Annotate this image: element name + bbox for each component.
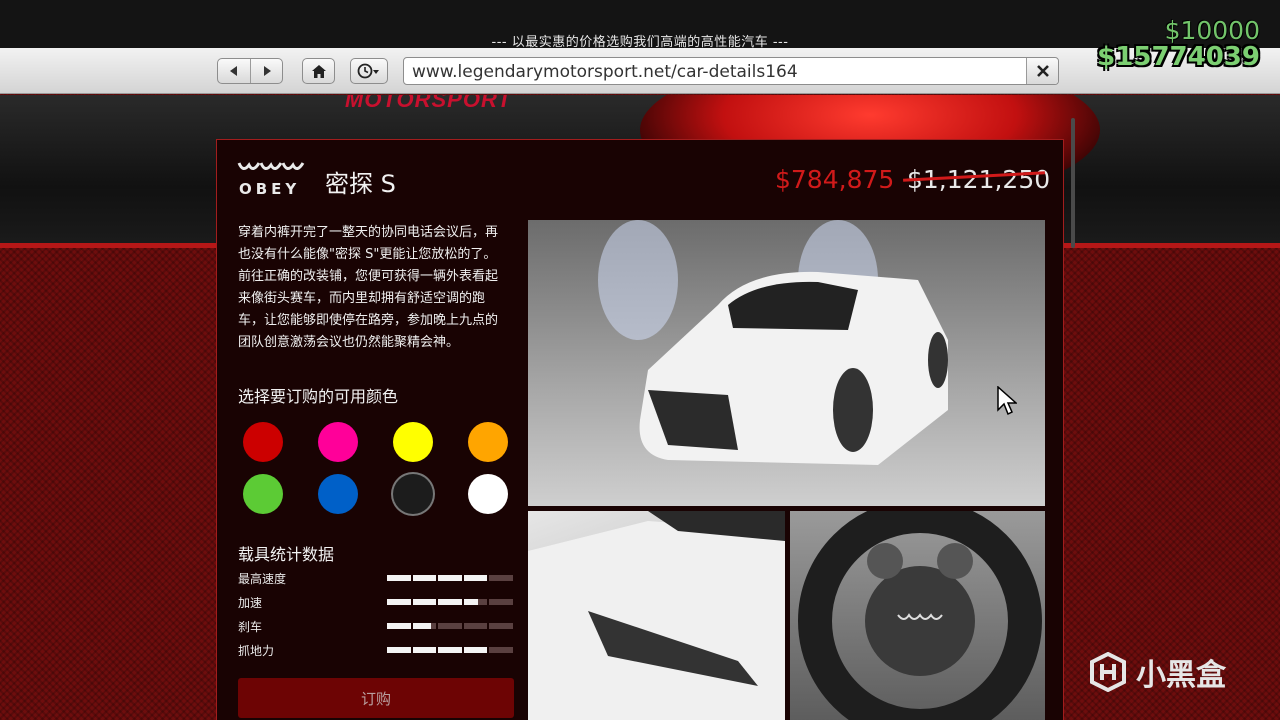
color-swatch-green[interactable] (243, 474, 283, 514)
stat-bar-segment (438, 575, 462, 581)
home-button[interactable] (302, 58, 335, 84)
browser-toolbar: www.legendarymotorsport.net/car-details1… (0, 48, 1280, 94)
stat-bar-segment (387, 623, 411, 629)
stat-bar-segment (463, 647, 488, 653)
stat-bar-fill (387, 623, 411, 629)
clear-url-button[interactable] (1026, 58, 1058, 84)
stat-bar-segment (412, 647, 437, 653)
back-button[interactable] (218, 59, 250, 83)
color-swatch-black[interactable] (393, 474, 433, 514)
stat-bar-segment (438, 623, 462, 629)
steering-wheel-photo-illustration (798, 511, 1042, 720)
stat-bar-segment (387, 599, 411, 605)
stat-bar-fill (412, 599, 437, 605)
color-swatch-orange[interactable] (468, 422, 508, 462)
stat-bar-fill (463, 575, 488, 581)
stat-bar-fill (438, 647, 462, 653)
stats-section-title: 载具统计数据 (238, 545, 335, 564)
forward-button[interactable] (250, 59, 282, 83)
vehicle-details-card: OBEY 密探 S $784,875 $1,121,250 穿着内裤开完了一整天… (216, 139, 1064, 720)
sale-price: $784,875 (775, 165, 895, 194)
back-arrow-icon (230, 66, 237, 76)
stat-bar-fill (412, 575, 437, 581)
stat-bar-fill (412, 623, 432, 629)
stat-bar-fill (412, 647, 437, 653)
home-icon (311, 64, 326, 78)
stat-bar-segment (387, 647, 411, 653)
stat-bar-fill (438, 599, 462, 605)
stat-bar-segment (463, 623, 488, 629)
stat-label: 最高速度 (238, 572, 287, 586)
stat-bar-segment (412, 575, 437, 581)
stat-bar-segment (438, 647, 462, 653)
color-section-title: 选择要订购的可用颜色 (238, 387, 399, 406)
heybox-logo-icon (1090, 652, 1126, 692)
vehicle-headlight-image[interactable] (528, 511, 785, 720)
stat-bar-fill (387, 575, 411, 581)
stat-label: 加速 (238, 596, 263, 610)
vehicle-description: 穿着内裤开完了一整天的协同电话会议后，再也没有什么能像"密探 S"更能让您放松的… (238, 225, 499, 350)
url-bar[interactable]: www.legendarymotorsport.net/car-details1… (403, 57, 1059, 85)
stat-label: 刹车 (238, 620, 263, 634)
stat-bar (387, 623, 513, 629)
vehicle-interior-image[interactable] (790, 511, 1045, 720)
stat-bar-segment (463, 599, 488, 605)
history-button-inner (351, 59, 387, 83)
stat-bar-fill (463, 599, 478, 605)
stat-bar (387, 647, 513, 653)
headlight-photo-illustration (528, 511, 785, 720)
stat-bar-segment (489, 575, 513, 581)
stat-bar-segment (463, 575, 488, 581)
stat-bar-segment (412, 623, 437, 629)
mouse-cursor-icon (997, 386, 1017, 416)
banner-logo: MOTORSPORT (345, 95, 512, 112)
stat-label: 抓地力 (238, 644, 275, 658)
stat-bar-segment (438, 599, 462, 605)
stat-bar-segment (489, 623, 513, 629)
stat-bar-fill (387, 647, 411, 653)
url-text[interactable]: www.legendarymotorsport.net/car-details1… (412, 62, 798, 82)
stat-bar-fill (438, 575, 462, 581)
watermark-text: 小黑盒 (1136, 658, 1226, 693)
stat-bar (387, 575, 513, 581)
stat-bar-fill (463, 647, 488, 653)
stat-bar-segment (489, 599, 513, 605)
cash-balance: $10000 (1164, 16, 1260, 45)
brand-name: OBEY (239, 180, 301, 198)
stat-bar-fill (387, 599, 411, 605)
color-swatch-blue[interactable] (318, 474, 358, 514)
bank-balance: $15774039 (1097, 42, 1260, 72)
car-photo-illustration (598, 220, 948, 465)
clock-icon (357, 63, 379, 79)
color-swatch-yellow[interactable] (393, 422, 433, 462)
color-swatch-magenta[interactable] (318, 422, 358, 462)
page-scrollbar[interactable] (1071, 118, 1075, 248)
stat-bar (387, 599, 513, 605)
vehicle-main-image[interactable] (528, 220, 1045, 506)
order-button[interactable]: 订购 (238, 678, 514, 718)
close-icon (1036, 65, 1049, 77)
history-button[interactable] (350, 58, 388, 84)
stat-bar-segment (489, 647, 513, 653)
forward-arrow-icon (263, 66, 271, 76)
vehicle-name: 密探 S (325, 170, 396, 198)
watermark: 小黑盒 (1088, 650, 1226, 694)
color-swatch-white[interactable] (468, 474, 508, 514)
home-button-inner (303, 59, 334, 83)
stat-bar-segment (387, 575, 411, 581)
history-nav-group (217, 58, 283, 84)
color-swatch-red[interactable] (243, 422, 283, 462)
stat-bar-segment (412, 599, 437, 605)
vehicle-header: OBEY 密探 S $784,875 $1,121,250 (217, 140, 1063, 220)
